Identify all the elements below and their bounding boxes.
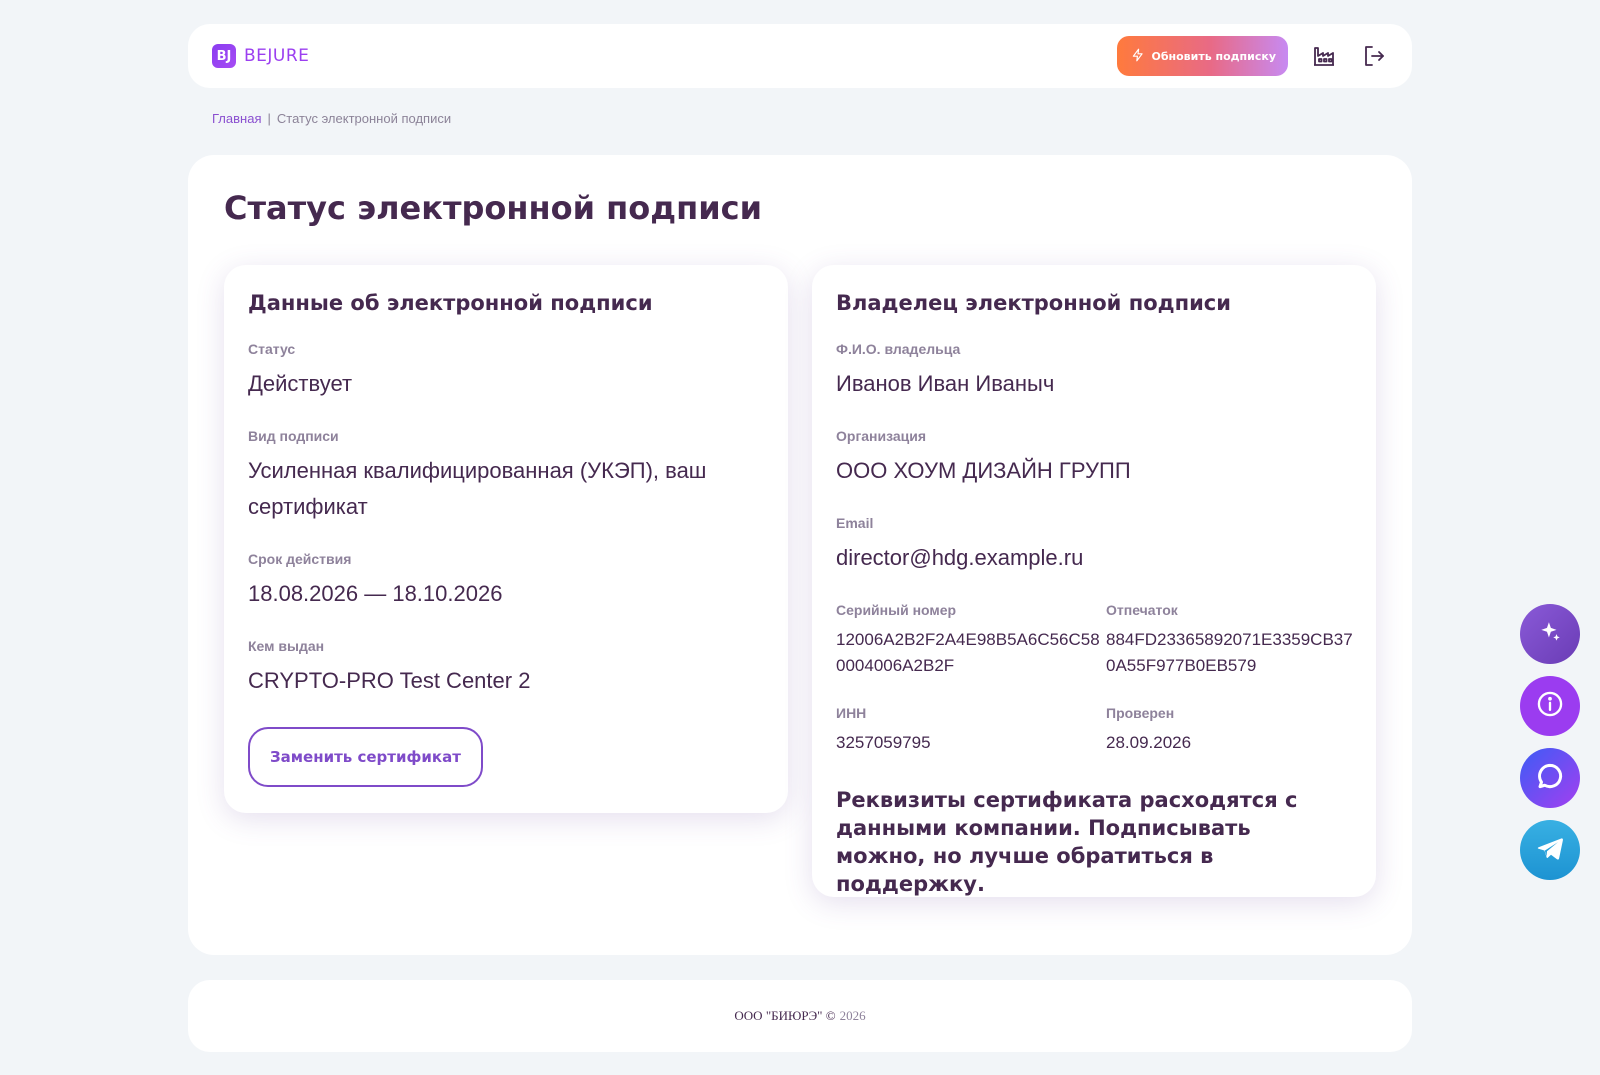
owner-card: Владелец электронной подписи Ф.И.О. влад… <box>812 265 1376 897</box>
telegram-button[interactable] <box>1520 820 1580 880</box>
lightning-icon <box>1131 48 1145 65</box>
signature-data-card: Данные об электронной подписи Статус Дей… <box>224 265 788 813</box>
breadcrumb-home-link[interactable]: Главная <box>212 111 261 126</box>
ai-assistant-button[interactable] <box>1520 604 1580 664</box>
footer-year: 2026 <box>839 1008 866 1023</box>
issuer-value: CRYPTO-PRO Test Center 2 <box>248 668 531 693</box>
upgrade-subscription-button[interactable]: Обновить подписку <box>1117 36 1288 76</box>
status-label: Статус <box>248 341 296 357</box>
issuer-label: Кем выдан <box>248 638 325 654</box>
organization-label: Организация <box>836 428 927 444</box>
footer: ООО "БИЮРЭ" © 2026 <box>188 980 1412 1052</box>
owner-name-label: Ф.И.О. владельца <box>836 341 961 357</box>
inn-value: 3257059795 <box>836 733 931 752</box>
breadcrumb-separator: | <box>267 111 271 126</box>
mismatch-warning: Реквизиты сертификата расходятся с данны… <box>836 788 1298 896</box>
status-value: Действует <box>248 371 353 396</box>
chat-button[interactable] <box>1520 748 1580 808</box>
validity-label: Срок действия <box>248 551 352 567</box>
logo-mark: BJ <box>212 44 236 68</box>
signature-type-value: Усиленная квалифицированная (УКЭП), ваш … <box>248 458 707 519</box>
thumbprint-value: 884FD23365892071E3359CB370A55F977B0EB579 <box>1106 630 1353 675</box>
serial-number-block: Серийный номер 12006A2B2F2A4E98B5A6C56C5… <box>836 602 1106 705</box>
ai-sparkle-icon <box>1537 619 1563 649</box>
owner-name-value: Иванов Иван Иваныч <box>836 371 1055 396</box>
organization-value: ООО ХОУМ ДИЗАЙН ГРУПП <box>836 458 1131 483</box>
footer-company: ООО "БИЮРЭ" © <box>734 1008 836 1023</box>
logo[interactable]: BJ BEJURE <box>212 44 309 68</box>
factory-icon[interactable] <box>1310 42 1338 70</box>
thumbprint-block: Отпечаток 884FD23365892071E3359CB370A55F… <box>1106 602 1356 705</box>
owner-card-title: Владелец электронной подписи <box>836 291 1231 315</box>
email-value: director@hdg.example.ru <box>836 545 1084 570</box>
info-icon <box>1536 690 1564 722</box>
chat-icon <box>1535 761 1565 795</box>
telegram-icon <box>1535 833 1565 867</box>
page-title: Статус электронной подписи <box>224 189 763 227</box>
checked-value: 28.09.2026 <box>1106 733 1192 752</box>
replace-certificate-button[interactable]: Заменить сертификат <box>248 727 483 787</box>
checked-label: Проверен <box>1106 705 1175 721</box>
serial-number-value: 12006A2B2F2A4E98B5A6C56C580004006A2B2F <box>836 630 1100 675</box>
logo-text: BEJURE <box>244 46 310 66</box>
main-content: Статус электронной подписи Данные об эле… <box>188 155 1412 955</box>
inn-label: ИНН <box>836 705 867 721</box>
email-label: Email <box>836 515 874 531</box>
top-header: BJ BEJURE Обновить подписку <box>188 24 1412 88</box>
certificate-details-grid: Серийный номер 12006A2B2F2A4E98B5A6C56C5… <box>836 602 1353 782</box>
serial-number-label: Серийный номер <box>836 602 957 618</box>
thumbprint-label: Отпечаток <box>1106 602 1178 618</box>
logout-icon[interactable] <box>1360 42 1388 70</box>
info-button[interactable] <box>1520 676 1580 736</box>
header-actions: Обновить подписку <box>1117 36 1388 76</box>
checked-block: Проверен 28.09.2026 <box>1106 705 1356 782</box>
signature-type-label: Вид подписи <box>248 428 339 444</box>
upgrade-subscription-label: Обновить подписку <box>1151 49 1276 63</box>
breadcrumb-current: Статус электронной подписи <box>276 111 452 126</box>
validity-value: 18.08.2026 — 18.10.2026 <box>248 581 503 606</box>
breadcrumb: Главная | Статус электронной подписи <box>212 111 451 126</box>
signature-card-title: Данные об электронной подписи <box>248 291 653 315</box>
inn-block: ИНН 3257059795 <box>836 705 1106 782</box>
